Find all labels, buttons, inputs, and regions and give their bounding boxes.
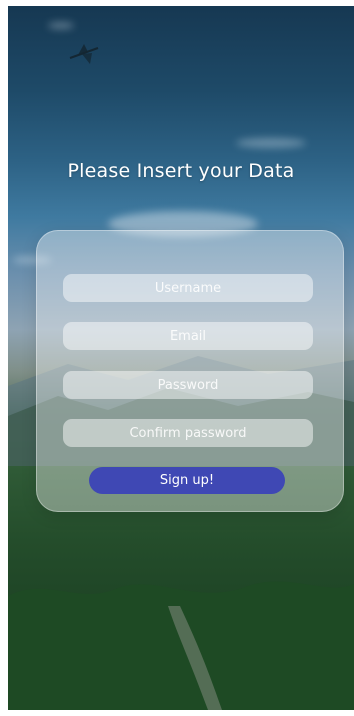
signup-button[interactable]: Sign up!	[89, 467, 285, 494]
page-title: Please Insert your Data	[67, 160, 295, 182]
background-landscape: Please Insert your Data Sign up!	[8, 6, 354, 710]
email-field[interactable]	[63, 322, 313, 350]
confirm-password-field[interactable]	[63, 419, 313, 447]
dragonfly-icon	[69, 44, 99, 64]
username-field[interactable]	[63, 274, 313, 302]
cloud	[236, 138, 306, 148]
cloud	[48, 22, 74, 29]
password-field[interactable]	[63, 371, 313, 399]
signup-card: Sign up!	[36, 230, 344, 512]
forest-foliage	[8, 581, 354, 710]
